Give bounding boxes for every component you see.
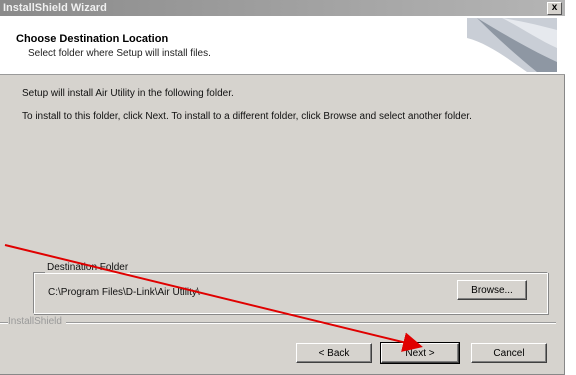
install-location-text: Setup will install Air Utility in the fo… xyxy=(22,88,234,99)
cancel-button[interactable]: Cancel xyxy=(471,343,547,363)
installshield-dialog: InstallShield Wizard x Choose Destinatio… xyxy=(0,0,565,375)
install-instructions-text: To install to this folder, click Next. T… xyxy=(22,111,472,122)
title-bar: InstallShield Wizard x xyxy=(0,0,565,16)
browse-button[interactable]: Browse... xyxy=(457,280,527,300)
destination-folder-label: Destination Folder xyxy=(45,262,131,273)
window-title: InstallShield Wizard xyxy=(3,2,107,14)
installshield-brand: InstallShield xyxy=(8,316,66,327)
footer-divider-highlight xyxy=(0,323,556,324)
installshield-logo-graphic xyxy=(467,18,557,72)
next-button[interactable]: Next > xyxy=(380,342,460,364)
back-button[interactable]: < Back xyxy=(296,343,372,363)
destination-path: C:\Program Files\D-Link\Air Utility\ xyxy=(48,287,200,298)
header-title: Choose Destination Location xyxy=(16,33,169,45)
close-button[interactable]: x xyxy=(547,2,562,15)
wizard-header: Choose Destination Location Select folde… xyxy=(0,16,565,75)
header-subtitle: Select folder where Setup will install f… xyxy=(28,48,211,59)
